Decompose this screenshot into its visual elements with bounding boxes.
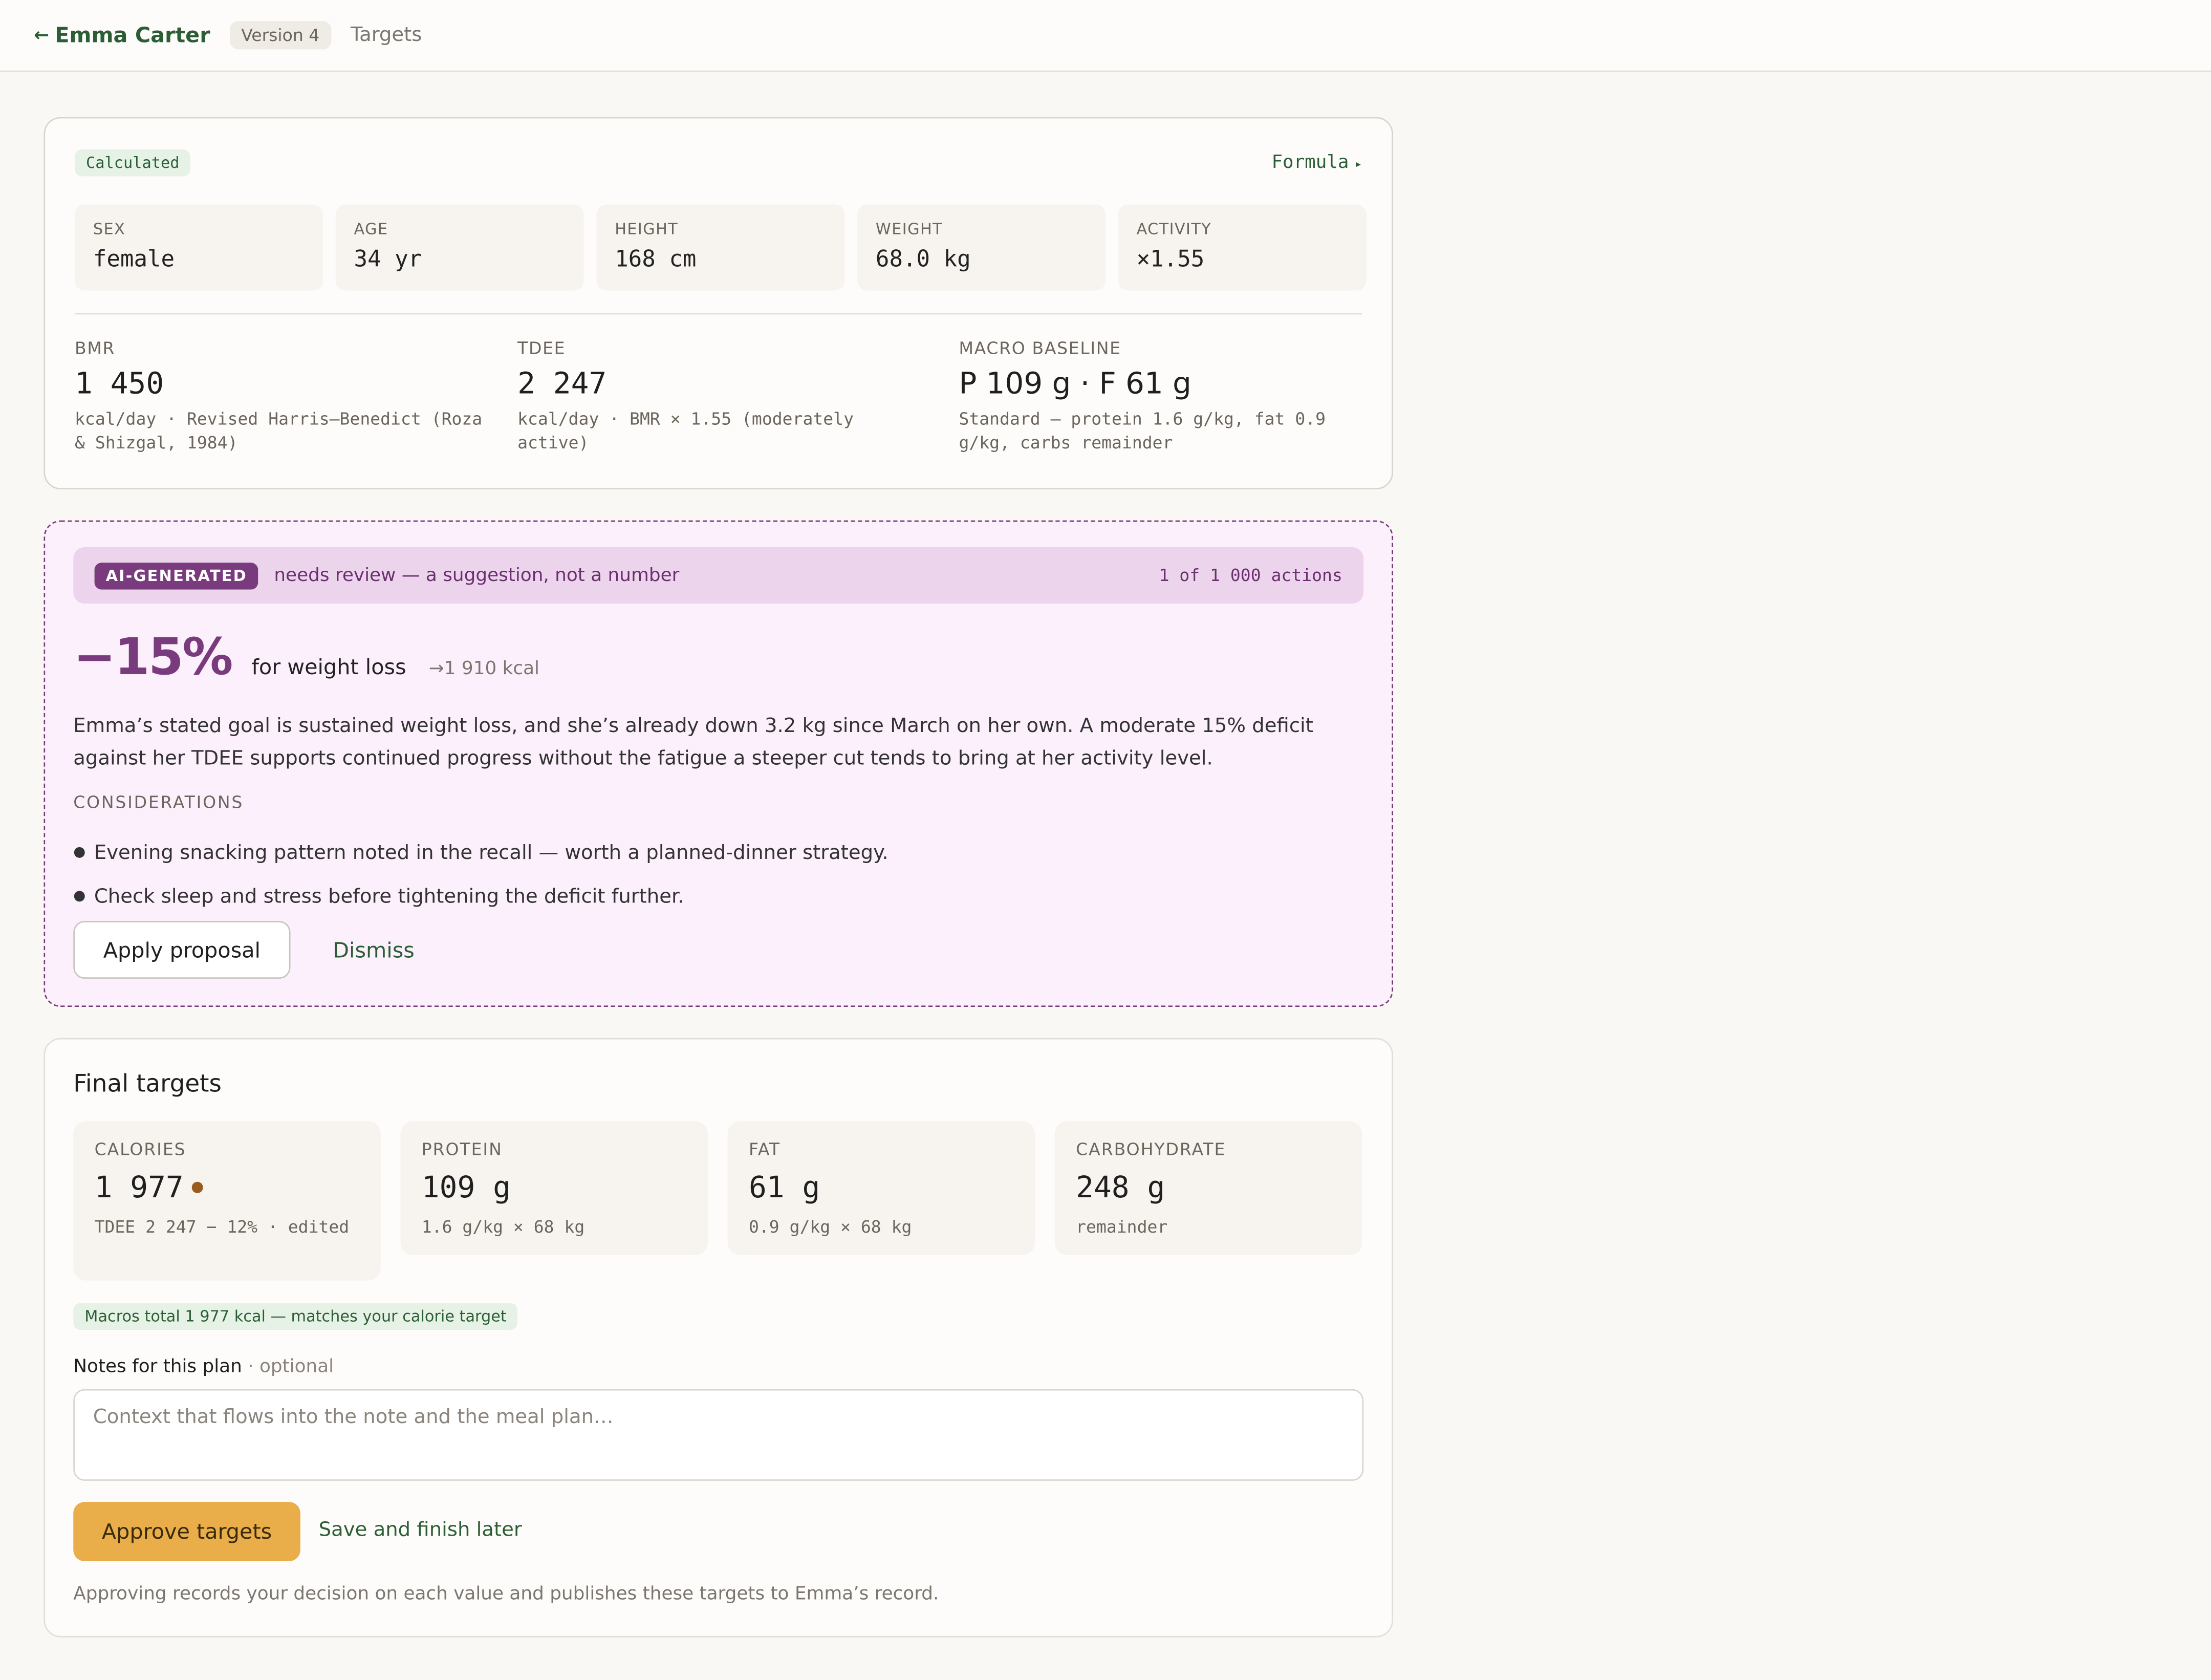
- calculated-card: Calculated Formula ▸ SEX female AGE 34 yr…: [44, 117, 1394, 490]
- tdee-value: 2 247: [517, 367, 607, 401]
- target-value: 248 g: [1076, 1170, 1165, 1204]
- stat-value: 68.0 kg: [875, 245, 971, 272]
- target-label: CARBOHYDRATE: [1076, 1139, 1226, 1159]
- target-sub: 1.6 g/kg × 68 kg: [421, 1217, 585, 1237]
- bmr-label: BMR: [75, 338, 116, 358]
- page: ← Emma Carter Version 4 Targets Calculat…: [0, 0, 2211, 1679]
- target-tiles: CALORIES 1 977 TDEE 2 247 − 12% · edited…: [73, 1121, 1362, 1281]
- notes-input[interactable]: [73, 1389, 1364, 1481]
- bmr-value: 1 450: [75, 367, 164, 401]
- target-value: 61 g: [748, 1170, 820, 1204]
- stat-label: SEX: [93, 220, 126, 239]
- target-calories[interactable]: CALORIES 1 977 TDEE 2 247 − 12% · edited: [73, 1121, 381, 1281]
- final-targets-title: Final targets: [73, 1070, 222, 1099]
- stat-value: female: [93, 245, 175, 272]
- breadcrumb: Targets: [350, 24, 422, 47]
- arrow-left-icon: ←: [34, 25, 50, 46]
- proposal-kcal: →1 910 kcal: [428, 658, 539, 680]
- bmr-sub: kcal/day · Revised Harris–Benedict (Roza…: [75, 408, 483, 453]
- back-label: Emma Carter: [55, 23, 210, 48]
- target-label: CALORIES: [94, 1139, 186, 1159]
- apply-proposal-button[interactable]: Apply proposal: [73, 921, 291, 979]
- top-bar: ← Emma Carter Version 4 Targets: [0, 0, 2211, 72]
- target-sub: 0.9 g/kg × 68 kg: [748, 1217, 912, 1237]
- ai-proposal-headline: −15% for weight loss →1 910 kcal: [73, 629, 539, 687]
- tdee-summary: TDEE 2 247 kcal/day · BMR × 1.55 (modera…: [517, 338, 926, 456]
- stat-value: ×1.55: [1136, 245, 1205, 272]
- bmr-summary: BMR 1 450 kcal/day · Revised Harris–Bene…: [75, 338, 484, 456]
- bullet-icon: ●: [73, 888, 86, 904]
- target-label: FAT: [748, 1139, 781, 1159]
- final-targets-card: Final targets CALORIES 1 977 TDEE 2 247 …: [44, 1038, 1394, 1638]
- triangle-right-icon: ▸: [1354, 158, 1362, 173]
- formula-label: Formula: [1271, 152, 1349, 174]
- stat-label: ACTIVITY: [1136, 220, 1212, 239]
- target-value: 109 g: [421, 1170, 511, 1204]
- tdee-label: TDEE: [517, 338, 566, 358]
- proposal-rationale: Emma’s stated goal is sustained weight l…: [73, 715, 1313, 770]
- calculated-badge: Calculated: [75, 149, 191, 177]
- stat-age: AGE 34 yr: [335, 204, 584, 291]
- formula-toggle[interactable]: Formula ▸: [1271, 153, 1362, 174]
- stat-label: HEIGHT: [615, 220, 679, 239]
- considerations-label: CONSIDERATIONS: [73, 792, 244, 812]
- save-later-link[interactable]: Save and finish later: [319, 1519, 522, 1541]
- target-sub: TDEE 2 247 − 12% · edited: [94, 1217, 350, 1237]
- stat-value: 168 cm: [615, 245, 697, 272]
- tdee-sub: kcal/day · BMR × 1.55 (moderately active…: [517, 408, 854, 453]
- target-label: PROTEIN: [421, 1139, 503, 1159]
- calories-value: 1 977: [94, 1170, 184, 1204]
- divider: [75, 313, 1362, 315]
- approval-footnote: Approving records your decision on each …: [73, 1583, 939, 1605]
- list-item: ● Check sleep and stress before tighteni…: [73, 874, 888, 918]
- stat-label: AGE: [354, 220, 388, 239]
- consideration-text: Evening snacking pattern noted in the re…: [94, 841, 888, 864]
- deficit-percent: −15%: [73, 629, 233, 687]
- macro-summary: MACRO BASELINE P 109 g · F 61 g Standard…: [959, 338, 1368, 456]
- stat-activity: ACTIVITY ×1.55: [1118, 204, 1367, 291]
- ai-proposal-card: AI-GENERATED needs review — a suggestion…: [44, 520, 1394, 1007]
- target-fat[interactable]: FAT 61 g 0.9 g/kg × 68 kg: [727, 1121, 1035, 1256]
- stat-height: HEIGHT 168 cm: [596, 204, 845, 291]
- list-item: ● Evening snacking pattern noted in the …: [73, 831, 888, 874]
- macro-label: MACRO BASELINE: [959, 338, 1121, 358]
- target-carbohydrate[interactable]: CARBOHYDRATE 248 g remainder: [1054, 1121, 1362, 1256]
- dismiss-button[interactable]: Dismiss: [333, 938, 415, 963]
- version-badge: Version 4: [230, 21, 331, 50]
- stat-sex: SEX female: [75, 204, 323, 291]
- considerations-list: ● Evening snacking pattern noted in the …: [73, 831, 888, 918]
- macro-sub: Standard — protein 1.6 g/kg, fat 0.9 g/k…: [959, 408, 1326, 453]
- macro-check-badge: Macros total 1 977 kcal — matches your c…: [73, 1303, 518, 1330]
- macro-value: P 109 g · F 61 g: [959, 367, 1191, 401]
- ai-generated-tag: AI-GENERATED: [94, 562, 259, 589]
- target-sub: remainder: [1076, 1217, 1168, 1237]
- ai-banner: AI-GENERATED needs review — a suggestion…: [73, 547, 1364, 604]
- proposal-goal: for weight loss: [251, 654, 406, 680]
- notes-label-text: Notes for this plan: [73, 1356, 242, 1378]
- ai-action-count: 1 of 1 000 actions: [1159, 565, 1342, 586]
- edited-dot-icon: [192, 1181, 204, 1193]
- notes-label: Notes for this plan · optional: [73, 1356, 334, 1377]
- stat-label: WEIGHT: [875, 220, 943, 239]
- ai-review-note: needs review — a suggestion, not a numbe…: [274, 565, 680, 586]
- approve-targets-button[interactable]: Approve targets: [73, 1502, 300, 1561]
- bullet-icon: ●: [73, 845, 86, 860]
- back-link[interactable]: ← Emma Carter: [34, 23, 210, 48]
- notes-optional: · optional: [248, 1356, 334, 1378]
- target-value: 1 977: [95, 1171, 360, 1204]
- stat-value: 34 yr: [354, 245, 422, 272]
- consideration-text: Check sleep and stress before tightening…: [94, 885, 684, 908]
- target-protein[interactable]: PROTEIN 109 g 1.6 g/kg × 68 kg: [400, 1121, 708, 1256]
- stat-weight: WEIGHT 68.0 kg: [857, 204, 1106, 291]
- profile-stats: SEX female AGE 34 yr HEIGHT 168 cm WEIGH…: [75, 204, 1367, 291]
